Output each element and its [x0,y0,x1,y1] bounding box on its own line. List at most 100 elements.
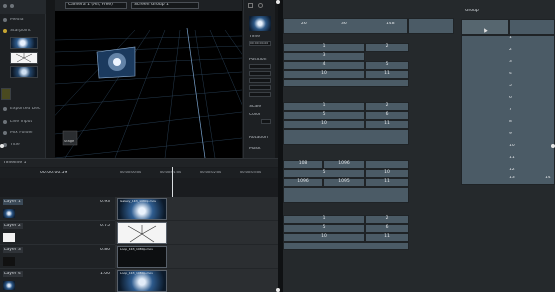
grid-cell[interactable]: 4 [283,61,365,70]
grid-cell-label: 10 [321,121,327,126]
layer-row-1[interactable]: Layer 1 0.93 [0,197,115,221]
clip-1-label: Galaxy_1K3_1080p.mov [120,200,157,203]
grid-cell[interactable] [283,79,409,87]
position-x-field[interactable] [249,64,271,69]
media-item-live-input[interactable]: Live Input [3,118,45,126]
media-item-label: Starpoint [10,28,31,33]
media-thumbnail-3[interactable] [10,66,38,78]
burst-icon [15,53,33,63]
grid-cell[interactable]: 10 [283,233,365,242]
media-thumbnail-1[interactable] [10,37,38,49]
screen-select[interactable]: Screen Group 1 [131,2,199,9]
clip-3[interactable]: Loop_1K3_1080p.mov [117,246,167,268]
grid-cell-label: 2 [385,103,389,108]
grid-cell[interactable]: 1 [283,215,365,224]
grid-cell[interactable] [365,160,409,169]
group-row-label: 6 [509,96,512,100]
grid-cell[interactable]: 10 [283,120,365,129]
grid-cell[interactable]: 11 [365,70,409,79]
timecode: 00:00:00.59 [40,171,68,175]
layer-opacity[interactable]: 0.93 [100,200,110,205]
grid-cell[interactable]: 11 [365,233,409,242]
time-field[interactable]: 00:00:00.00 [249,41,271,46]
timeline-panel: Timeline 1 00:00:00.59 00:00:00:00 00:00… [0,158,278,292]
group-column[interactable] [461,35,555,185]
clip-2[interactable] [117,222,167,244]
media-panel: Media Starpoint Exported Dec Live Input … [0,0,46,158]
grid-cell-label: 6 [385,225,389,230]
position-z-field[interactable] [249,78,271,83]
position-y-field[interactable] [249,71,271,76]
grid-cell[interactable]: 1 [283,43,365,52]
grid-cell[interactable] [408,18,454,34]
grid-cell[interactable]: 5 [365,61,409,70]
resize-handle-left[interactable] [0,144,4,148]
folder-icon[interactable] [10,4,14,8]
layer-name: Layer 2 [3,223,23,229]
clip-1[interactable]: Galaxy_1K3_1080p.mov [117,198,167,220]
grid-cell[interactable]: 6 [365,224,409,233]
output-grid-panel: 26 36 148 1 2 3 4 5 10 11 1 2 5 6 10 11 … [283,0,555,292]
group-row-label: 7 [509,108,512,112]
grid-cell[interactable]: 5 [283,169,365,178]
grid-cell[interactable] [283,129,409,145]
grid-cell[interactable]: 2 [365,43,409,52]
grid-cell[interactable]: 5 [283,224,365,233]
layer-row-2[interactable]: Layer 2 0.75 [0,221,115,245]
grid-cell[interactable] [283,242,409,250]
media-item-title[interactable]: Title [3,141,45,149]
grid-cell[interactable]: 108 [283,160,323,169]
color-field[interactable] [261,119,271,124]
media-item-starpoint[interactable]: Starpoint [3,27,45,35]
layer-opacity[interactable]: 0.80 [100,248,110,253]
media-item-exported[interactable]: Exported Dec [3,105,45,113]
grid-cell[interactable]: 10 [283,70,365,79]
grid-cell[interactable]: 1096 [283,178,323,187]
media-title-row[interactable]: Media [3,16,45,24]
clip-4[interactable]: Loop_1K3_1080p.mov [117,270,167,292]
stage-viewport[interactable]: Camera 1 (All, Free) Screen Group 1 Stag… [55,0,242,158]
refresh-icon[interactable] [258,3,263,8]
resize-handle-bottom[interactable] [276,288,280,292]
grid-cell[interactable]: 6 [365,111,409,120]
layer-opacity[interactable]: 0.75 [100,224,110,229]
resize-handle-top[interactable] [276,0,280,4]
grid-cell[interactable]: 5 [283,111,365,120]
grid-cell[interactable]: 3 [283,52,365,61]
camera-select[interactable]: Camera 1 (All, Free) [65,2,127,9]
back-icon[interactable] [3,4,7,8]
media-thumbnail-4[interactable] [1,88,11,100]
grid-cell[interactable]: 2 [365,215,409,224]
grid-cell-label: 5 [322,112,326,117]
group-title: Group [465,9,479,13]
layer-thumbnail [3,233,15,242]
layer-opacity[interactable]: 1.00 [100,272,110,277]
scale-field[interactable] [249,85,271,90]
grid-cell[interactable]: 11 [365,178,409,187]
grid-cell[interactable]: 1095 [323,178,365,187]
grid-cell[interactable]: 11 [365,120,409,129]
grid-cell-label: 10 [321,71,327,76]
grid-cell-label: 1 [322,103,326,108]
lock-icon[interactable] [248,3,253,8]
inspector-label-color: Color [249,113,261,117]
grid-cell[interactable]: 2 [365,102,409,111]
chevron-right-icon [3,120,7,124]
inspector-label-time: Time [249,35,261,39]
camera-select-value: Camera 1 (All, Free) [68,3,113,8]
grid-cell[interactable] [283,187,409,203]
anchor-field[interactable] [249,92,271,97]
grid-cell-label: 2 [385,216,389,221]
grid-cell[interactable]: 1 [283,102,365,111]
layer-row-4[interactable]: Layer 4 1.00 [0,269,115,292]
grid-cell-label: 10 [321,234,327,239]
layer-row-3[interactable]: Layer 3 0.80 [0,245,115,269]
grid-cell-label: 5 [322,225,326,230]
media-thumbnail-2[interactable] [10,52,38,64]
resize-handle-right[interactable] [551,144,555,148]
group-cell[interactable] [509,19,555,35]
grid-cell[interactable]: 1096 [323,160,365,169]
grid-cell[interactable]: 10 [365,169,409,178]
grid-cell-label: 1 [322,216,326,221]
media-item-mix-folder[interactable]: Mix Folder [3,129,45,137]
